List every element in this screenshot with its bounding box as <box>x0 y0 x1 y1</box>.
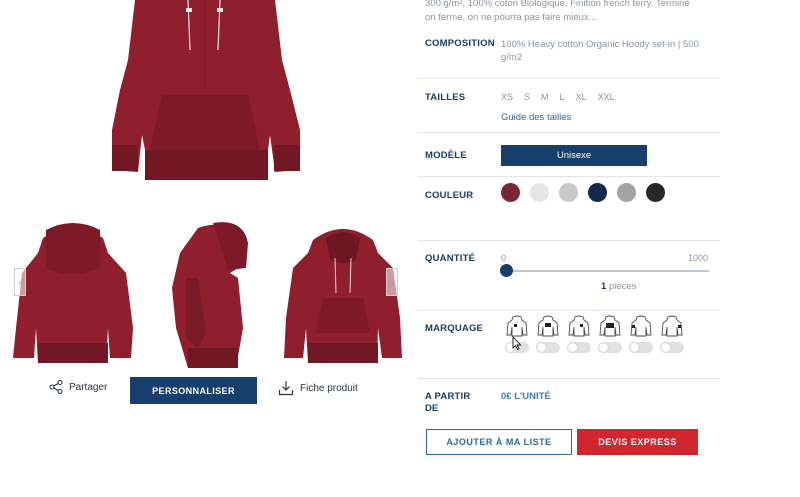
datasheet-link[interactable]: Fiche produit <box>278 380 358 396</box>
color-swatch[interactable] <box>588 183 607 202</box>
mouse-cursor-icon <box>512 336 522 350</box>
share-icon <box>49 380 63 394</box>
model-unisex-button[interactable]: Unisexe <box>501 145 647 166</box>
gallery-prev-arrow[interactable]: ‹ <box>14 268 26 296</box>
description-line: on ferme, on ne pourra pas faire mieux..… <box>425 12 597 23</box>
marking-toggle[interactable] <box>535 342 560 353</box>
datasheet-label: Fiche produit <box>300 382 358 394</box>
quantity-slider-track[interactable] <box>504 270 709 272</box>
hoodie-left-sleeve-icon <box>630 315 651 337</box>
divider <box>418 132 720 133</box>
sizes-label: TAILLES <box>425 92 466 103</box>
express-quote-button[interactable]: DEVIS EXPRESS <box>577 429 698 455</box>
size-option-s[interactable]: S <box>524 92 530 102</box>
color-swatch[interactable] <box>646 183 665 202</box>
quantity-unit: pieces <box>608 281 637 292</box>
marking-option[interactable] <box>628 315 653 353</box>
size-option-xxl[interactable]: XXL <box>598 92 615 102</box>
thumbnail-back-view[interactable] <box>8 218 138 368</box>
gallery-next-arrow[interactable]: › <box>386 268 398 296</box>
share-link[interactable]: Partager <box>49 380 107 394</box>
composition-label: COMPOSITION <box>425 38 495 49</box>
price-label-line: DE <box>425 403 439 414</box>
price-label-line: A PARTIR <box>425 391 471 402</box>
marking-option[interactable] <box>535 315 560 353</box>
size-option-xs[interactable]: XS <box>501 92 513 102</box>
marking-option[interactable] <box>659 315 684 353</box>
marking-label: MARQUAGE <box>425 323 484 334</box>
thumbnail-side-view[interactable] <box>158 218 288 368</box>
hoodie-front-left-chest-icon <box>506 315 527 337</box>
color-label: COULEUR <box>425 190 474 201</box>
quantity-slider-handle[interactable] <box>500 264 513 277</box>
main-product-image <box>112 0 300 180</box>
divider <box>418 378 720 379</box>
unit-price: 0€ L'UNITÉ <box>501 391 551 402</box>
size-options: XS S M L XL XXL <box>501 92 626 102</box>
size-guide-link[interactable]: Guide des tailles <box>501 112 571 123</box>
description-line: 300 g/m², 100% coton Biologique, Finitio… <box>425 0 690 9</box>
quantity-value: 1 <box>601 281 607 292</box>
hoodie-right-sleeve-icon <box>661 315 682 337</box>
composition-line: g/m2 <box>501 52 523 63</box>
color-swatch[interactable] <box>501 183 520 202</box>
product-actions: Partager PERSONNALISER Fiche produit <box>0 377 400 405</box>
quantity-readout: 1 pieces <box>601 281 636 292</box>
marking-option[interactable] <box>566 315 591 353</box>
color-swatch[interactable] <box>530 183 549 202</box>
divider <box>418 240 720 241</box>
add-to-list-button[interactable]: AJOUTER À MA LISTE <box>426 429 572 455</box>
chevron-left-icon: ‹ <box>18 277 22 287</box>
marking-options <box>504 315 684 353</box>
hoodie-front-right-chest-icon <box>568 315 589 337</box>
marking-option[interactable] <box>597 315 622 353</box>
chevron-right-icon: › <box>390 277 394 287</box>
personalize-button[interactable]: PERSONNALISER <box>130 377 257 404</box>
size-option-m[interactable]: M <box>541 92 549 102</box>
download-icon <box>278 381 294 396</box>
quantity-max: 1000 <box>688 253 709 263</box>
size-option-xl[interactable]: XL <box>576 92 587 102</box>
quantity-min: 0 <box>501 253 507 263</box>
hoodie-back-icon <box>599 315 620 337</box>
hoodie-front-center-icon <box>537 315 558 337</box>
price-label: A PARTIR DE <box>425 391 470 415</box>
model-label: MODÈLE <box>425 150 467 161</box>
marking-toggle[interactable] <box>566 342 591 353</box>
divider <box>418 310 720 311</box>
product-description: 300 g/m², 100% coton Biologique, Finitio… <box>425 0 720 25</box>
color-swatch[interactable] <box>559 183 578 202</box>
quantity-label: QUANTITÉ <box>425 253 476 264</box>
marking-toggle[interactable] <box>659 342 684 353</box>
share-label: Partager <box>69 381 108 393</box>
size-option-l[interactable]: L <box>560 92 565 102</box>
divider <box>418 176 720 177</box>
composition-line: 100% Heavy cotton Organic Hoody set-in |… <box>501 39 699 50</box>
divider <box>418 78 720 79</box>
marking-toggle[interactable] <box>597 342 622 353</box>
color-swatches <box>501 183 665 202</box>
color-swatch[interactable] <box>617 183 636 202</box>
composition-value: 100% Heavy cotton Organic Hoody set-in |… <box>501 38 699 64</box>
marking-toggle[interactable] <box>628 342 653 353</box>
